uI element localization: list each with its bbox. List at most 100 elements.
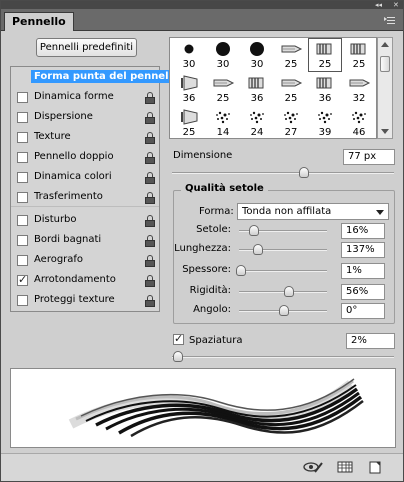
option-checkbox[interactable] [17,235,28,246]
brush-tip[interactable]: 36 [308,72,342,106]
bristle-param-field[interactable]: 16% [341,223,385,239]
brush-tip[interactable]: 36 [172,72,206,106]
brush-tip[interactable]: 46 [342,106,376,140]
option-label: Dispersione [34,111,93,122]
brush-tip[interactable]: 25 [206,72,240,106]
option-item[interactable]: Proteggi texture [11,292,159,310]
brush-tip-bristle-side-icon [342,72,376,94]
lock-icon[interactable] [145,172,155,184]
lock-icon[interactable] [145,215,155,227]
collapse-icon[interactable]: ◂◂ [375,1,382,9]
option-item[interactable]: Disturbo [11,212,159,230]
option-item[interactable]: Dispersione [11,109,159,127]
option-checkbox[interactable] [17,255,28,266]
brush-tip[interactable]: 30 [206,38,240,72]
bristle-param-knob[interactable] [235,265,246,276]
option-checkbox[interactable] [17,172,28,183]
option-item[interactable]: Aerografo [11,252,159,270]
lock-icon[interactable] [145,152,155,164]
option-item[interactable]: Texture [11,129,159,147]
brush-presets-button[interactable]: Pennelli predefiniti [36,38,137,57]
tab-pennello[interactable]: Pennello [4,12,74,31]
lock-icon[interactable] [145,235,155,247]
brush-tip-size: 25 [318,59,332,70]
shape-select[interactable]: Tonda non affilata [237,203,389,220]
option-item[interactable]: Forma punta del pennello [11,69,182,87]
brush-tip[interactable]: 25 [308,38,342,72]
spacing-checkbox[interactable]: ✓ [173,332,184,345]
lock-icon[interactable] [145,255,155,267]
scroll-down-icon[interactable] [381,129,389,134]
brush-tip[interactable]: 14 [206,106,240,140]
bristle-param-field[interactable]: 137% [341,242,385,258]
panel-menu-icon[interactable] [384,16,395,25]
new-preset-icon[interactable] [365,459,385,475]
bristle-param-slider[interactable] [239,270,327,272]
option-checkbox[interactable] [17,92,28,103]
lock-icon[interactable] [145,192,155,204]
lock-icon[interactable] [145,112,155,124]
bristle-param-field[interactable]: 0° [341,303,385,319]
brush-tip-bristle-flat-icon [240,72,274,94]
spacing-slider-knob[interactable] [173,351,184,362]
spacing-field[interactable]: 2% [346,333,395,349]
brush-tip-size: 30 [250,59,264,70]
brush-tip-scatter-icon [274,106,308,128]
option-label: Trasferimento [34,191,103,202]
brush-tip-bristle-flat-icon [308,72,342,94]
option-checkbox[interactable] [17,192,28,203]
dimension-field[interactable]: 77 px [343,149,395,165]
bristle-param-label: Setole: [196,224,231,235]
bristle-param-field[interactable]: 56% [341,284,385,300]
scroll-up-icon[interactable] [381,42,389,47]
lock-icon[interactable] [145,275,155,287]
brush-tip[interactable]: 30 [172,38,206,72]
option-checkbox[interactable] [17,132,28,143]
option-item[interactable]: Dinamica forme [11,89,159,107]
grid-icon[interactable] [335,459,355,475]
brush-tip[interactable]: 27 [274,106,308,140]
lock-icon[interactable] [145,132,155,144]
option-label: Texture [34,131,71,142]
option-checkbox[interactable] [17,152,28,163]
brush-tip[interactable]: 25 [274,72,308,106]
close-icon[interactable]: ✕ [393,1,399,9]
bristle-param-knob[interactable] [284,286,295,297]
brush-tip-scrollbar[interactable] [377,37,393,139]
option-item[interactable]: ✓ Arrotondamento [11,272,159,290]
brush-tip[interactable]: 39 [308,106,342,140]
brush-tip[interactable]: 24 [240,106,274,140]
option-checkbox[interactable] [17,112,28,123]
bristle-param-knob[interactable] [279,305,289,316]
bristle-param-knob[interactable] [252,244,263,255]
option-label: Forma punta del pennello [31,70,182,83]
lock-icon[interactable] [145,295,155,307]
spacing-slider-track[interactable] [172,356,394,358]
option-item[interactable]: Trasferimento [11,189,159,207]
brush-tip[interactable]: 25 [342,38,376,72]
bristle-param-slider[interactable] [239,291,327,293]
bristle-param-label: Lunghezza: [174,243,231,254]
option-item[interactable]: Bordi bagnati [11,232,159,250]
brush-tip[interactable]: 32 [342,72,376,106]
scroll-thumb[interactable] [380,56,390,72]
option-checkbox[interactable]: ✓ [17,273,28,286]
dimension-slider-track[interactable] [172,172,394,174]
bristle-param-field[interactable]: 1% [341,263,385,279]
brush-tip[interactable]: 30 [240,38,274,72]
lock-icon[interactable] [145,92,155,104]
brush-tip[interactable]: 36 [240,72,274,106]
brush-tip[interactable]: 25 [274,38,308,72]
option-item[interactable]: Dinamica colori [11,169,159,187]
brush-tip-scatter-icon [206,106,240,128]
option-checkbox[interactable] [17,215,28,226]
brush-tip-bristle-flat-icon [342,38,376,60]
bristle-param-knob[interactable] [249,225,260,236]
option-label: Aerografo [34,254,84,265]
bristle-preview-icon[interactable] [303,459,323,475]
brush-tip[interactable]: 25 [172,106,206,140]
option-checkbox[interactable] [17,295,28,306]
option-item[interactable]: Pennello doppio [11,149,159,167]
bristle-param-label: Spessore: [182,264,231,275]
dimension-slider-knob[interactable] [299,167,310,178]
